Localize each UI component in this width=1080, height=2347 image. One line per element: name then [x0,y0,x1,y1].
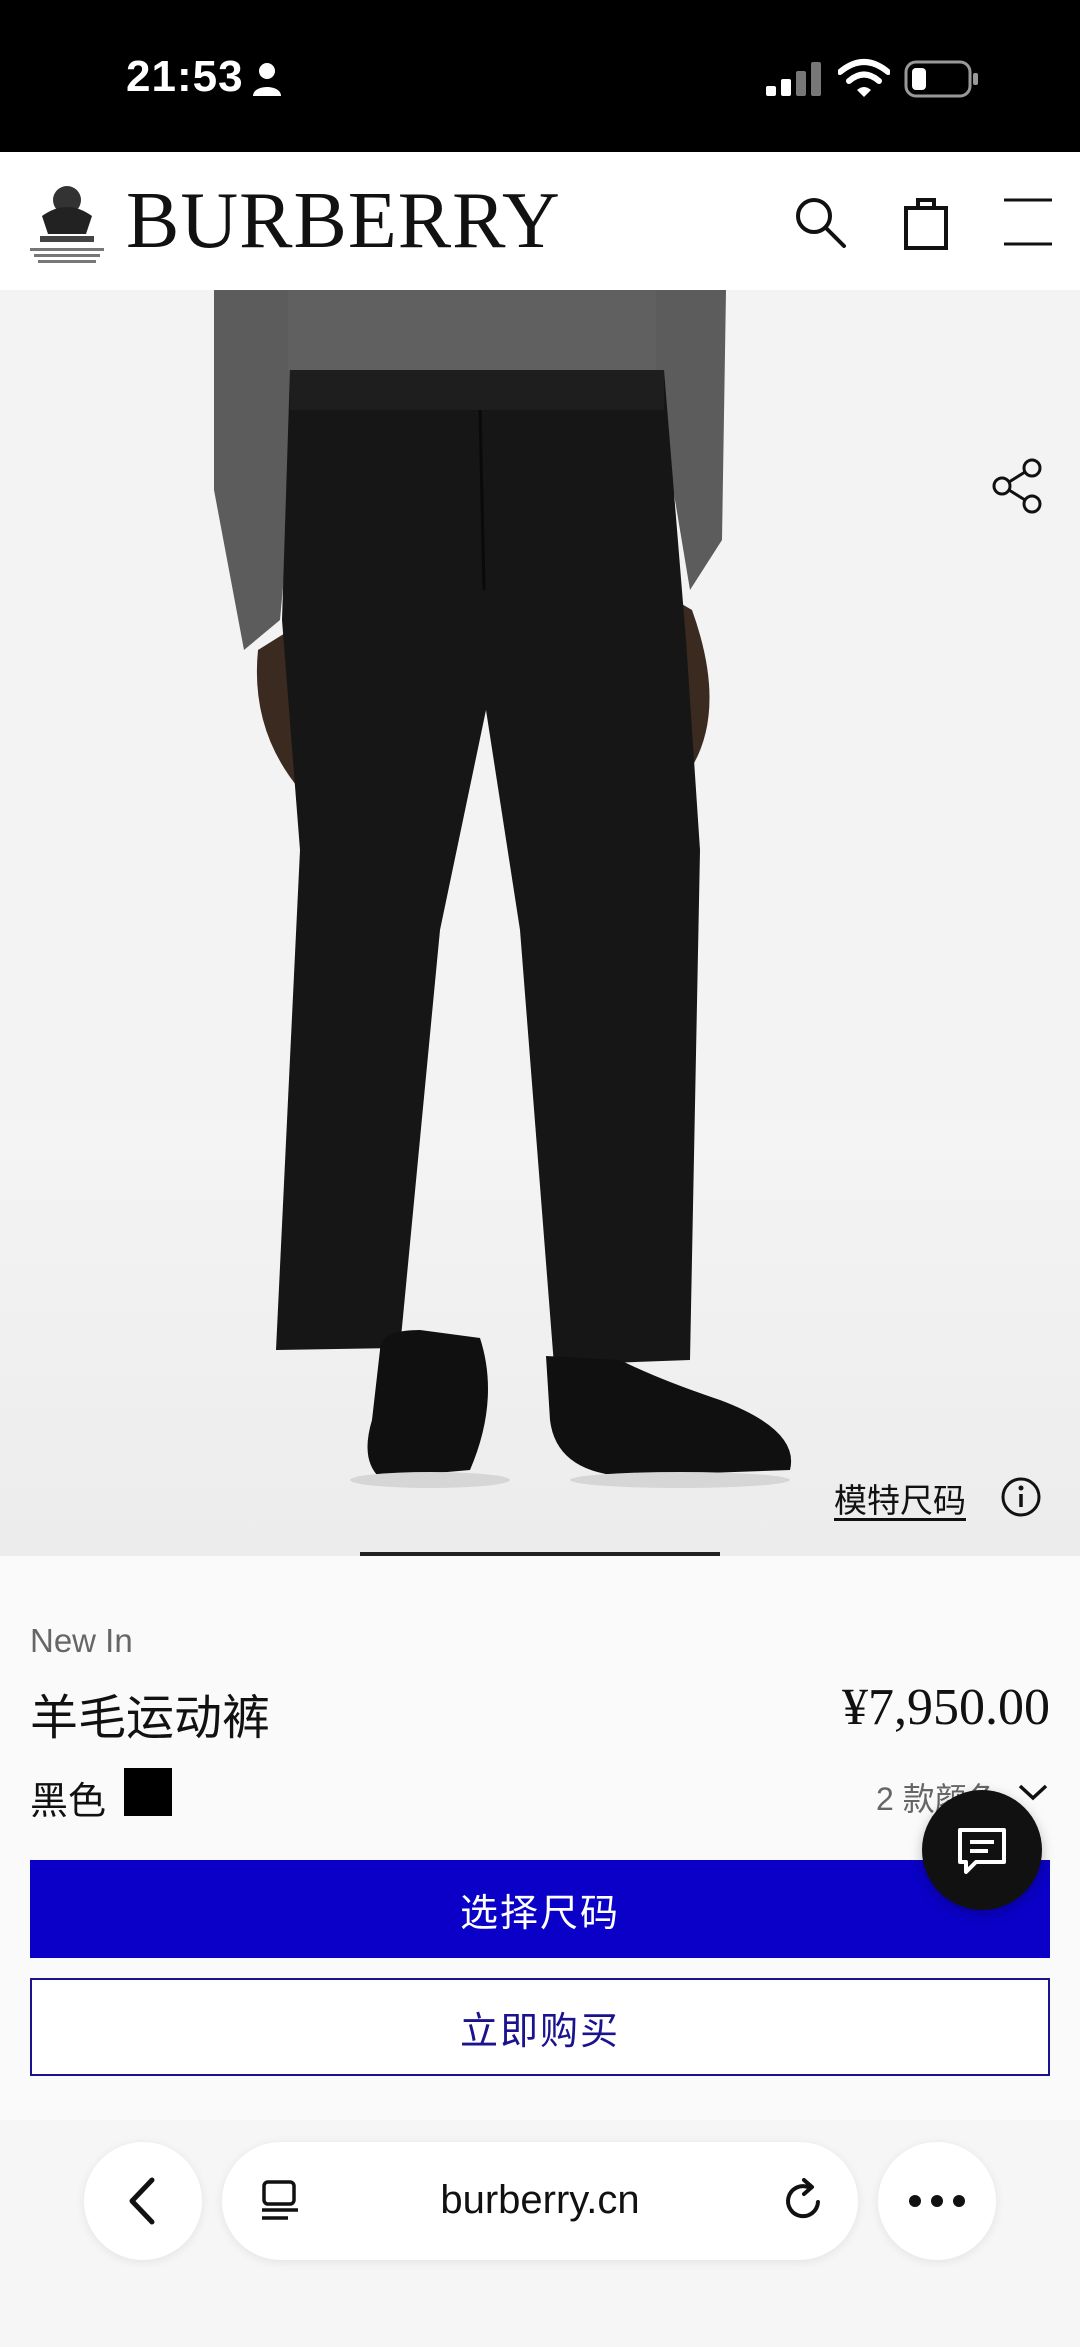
site-header: BURBERRY [0,152,1080,290]
reload-icon[interactable] [782,2178,826,2224]
search-icon[interactable] [790,192,850,252]
product-image-carousel[interactable]: 模特尺码 [0,290,1080,1556]
carousel-indicator [360,1552,720,1556]
new-in-badge: New In [30,1622,133,1659]
product-photo [0,290,1080,1556]
model-size-link[interactable]: 模特尺码 [834,1474,966,1522]
share-icon[interactable] [988,456,1048,516]
more-button[interactable] [878,2142,996,2260]
chevron-down-icon[interactable] [1016,1780,1050,1804]
brand-logo[interactable]: BURBERRY [126,176,561,266]
browser-toolbar: burberry.cn [0,2120,1080,2347]
back-arrow-icon [129,2177,155,2225]
product-title: 羊毛运动裤 [30,1692,271,1745]
product-price: ¥7,950.00 [842,1679,1050,1736]
battery-icon [904,60,978,98]
person-icon [253,63,281,96]
status-bar: 21:53 [0,0,1080,152]
buy-now-button[interactable]: 立即购买 [30,1978,1050,2076]
royal-warrant-crest [30,186,104,263]
cellular-signal-icon [766,62,821,96]
select-size-button[interactable]: 选择尺码 [30,1860,1050,1958]
selected-color-name: 黑色 [30,1781,107,1823]
color-swatch[interactable] [124,1768,172,1816]
more-icon [909,2195,965,2207]
hamburger-menu-icon[interactable] [1000,192,1056,252]
shopping-bag-icon[interactable] [896,192,956,252]
info-icon[interactable] [1000,1476,1042,1518]
chat-button[interactable] [922,1790,1042,1910]
url-text[interactable]: burberry.cn [222,2178,858,2223]
status-time: 21:53 [126,52,244,101]
chat-icon [958,1828,1006,1874]
address-bar[interactable]: burberry.cn [222,2142,858,2260]
back-button[interactable] [84,2142,202,2260]
wifi-icon [838,59,890,97]
